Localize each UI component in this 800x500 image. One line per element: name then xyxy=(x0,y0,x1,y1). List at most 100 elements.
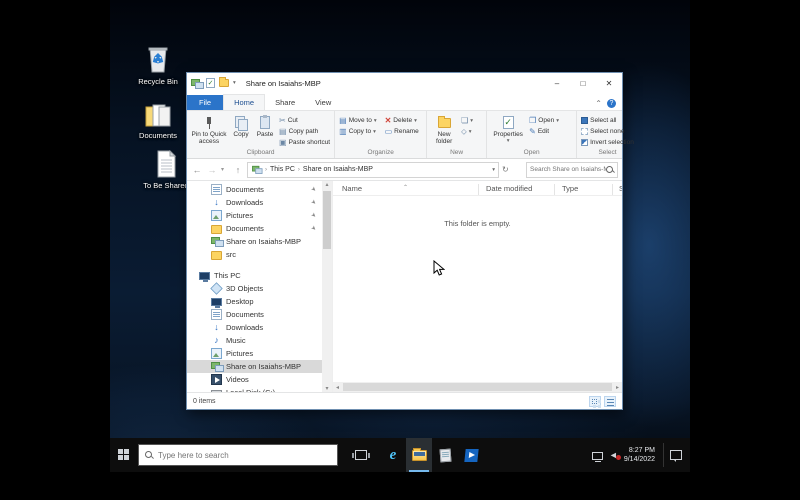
sidebar-item-downloads[interactable]: ↓ Downloads xyxy=(187,321,322,334)
taskbar-search-input[interactable] xyxy=(158,451,331,460)
search-icon xyxy=(606,166,614,174)
minimize-button[interactable]: – xyxy=(544,73,570,93)
refresh-icon[interactable]: ↻ xyxy=(502,165,509,174)
paste-shortcut-button[interactable]: ▣ Paste shortcut xyxy=(277,137,332,148)
sidebar-item-pictures-quick[interactable]: Pictures➤ xyxy=(187,209,322,222)
mouse-cursor xyxy=(433,260,445,282)
taskbar-search-box[interactable] xyxy=(138,444,338,466)
desktop-icon-recycle-bin[interactable]: Recycle Bin xyxy=(126,42,190,86)
sidebar-item-this-pc[interactable]: This PC xyxy=(187,269,322,282)
desktop-icon xyxy=(211,298,222,306)
sidebar-item-documents-folder-quick[interactable]: Documents➤ xyxy=(187,222,322,235)
column-header-type[interactable]: Type xyxy=(562,184,578,193)
maximize-button[interactable]: □ xyxy=(570,73,596,93)
back-button[interactable]: ← xyxy=(191,165,203,175)
desktop: Recycle Bin Documents To Be Shared ✓ ▾ S… xyxy=(110,0,690,472)
sidebar-item-documents-quick[interactable]: Documents➤ xyxy=(187,183,322,196)
invert-selection-button[interactable]: Invert selection xyxy=(579,137,636,148)
explorer-search-input[interactable] xyxy=(530,166,606,173)
sidebar-item-pictures[interactable]: Pictures xyxy=(187,347,322,360)
properties-qat-icon[interactable]: ✓ xyxy=(206,78,215,88)
tab-home[interactable]: Home xyxy=(223,94,265,110)
tab-view[interactable]: View xyxy=(305,95,341,110)
action-center-icon[interactable] xyxy=(670,450,682,460)
column-header-size[interactable]: Size xyxy=(619,184,622,193)
sidebar-item-3d-objects[interactable]: 3D Objects xyxy=(187,282,322,295)
internet-explorer-icon: e xyxy=(390,447,397,464)
tab-share[interactable]: Share xyxy=(265,95,305,110)
help-icon[interactable]: ? xyxy=(607,99,616,108)
edit-button[interactable]: ✎ Edit xyxy=(527,126,561,137)
easy-access-button[interactable]: ⬦▾ xyxy=(459,126,475,137)
properties-button[interactable]: ✓ Properties ▾ xyxy=(489,113,527,147)
file-list-pane[interactable]: ⌃ Name Date modified Type Size This fold… xyxy=(332,181,622,392)
sidebar-item-documents[interactable]: Documents xyxy=(187,308,322,321)
cut-button[interactable]: ✂ Cut xyxy=(277,115,332,126)
column-header-name[interactable]: Name xyxy=(342,184,362,193)
select-none-button[interactable]: Select none xyxy=(579,126,636,137)
network-tray-icon[interactable] xyxy=(592,452,603,460)
scroll-left-icon[interactable]: ◂ xyxy=(333,384,342,391)
scrollbar-thumb[interactable] xyxy=(343,383,612,391)
select-all-button[interactable]: Select all xyxy=(579,115,636,126)
desktop-icon-documents[interactable]: Documents xyxy=(126,96,190,140)
move-to-button[interactable]: ▤ Move to▾ xyxy=(337,115,378,126)
network-share-icon xyxy=(252,165,261,174)
sidebar-item-src[interactable]: src xyxy=(187,248,322,261)
details-view-button[interactable] xyxy=(604,396,616,407)
pin-to-quick-access-button[interactable]: Pin to Quick access xyxy=(189,113,229,148)
recent-locations-icon[interactable]: ▾ xyxy=(221,166,229,173)
pin-icon xyxy=(204,117,214,129)
scroll-down-icon[interactable]: ▾ xyxy=(322,385,332,392)
rename-button[interactable]: ▭ Rename xyxy=(383,126,421,137)
new-item-button[interactable]: ❏▾ xyxy=(459,115,475,126)
taskbar-file-explorer-button[interactable] xyxy=(406,438,432,472)
column-header-date-modified[interactable]: Date modified xyxy=(486,184,532,193)
tab-file[interactable]: File xyxy=(187,95,223,110)
downloads-icon: ↓ xyxy=(211,322,222,333)
sidebar-item-desktop[interactable]: Desktop xyxy=(187,295,322,308)
new-folder-button[interactable]: New folder xyxy=(429,113,459,148)
qat-dropdown-icon[interactable]: ▾ xyxy=(233,80,236,86)
title-bar[interactable]: ✓ ▾ Share on Isaiahs-MBP – □ ✕ xyxy=(187,73,622,93)
horizontal-scrollbar[interactable]: ◂ ▸ xyxy=(333,382,622,392)
start-button[interactable] xyxy=(110,438,138,472)
folder-icon xyxy=(211,251,222,260)
select-all-icon xyxy=(581,117,588,124)
copy-to-button[interactable]: ▥ Copy to▾ xyxy=(337,126,378,137)
paste-button[interactable]: Paste xyxy=(253,113,277,140)
breadcrumb-this-pc[interactable]: This PC xyxy=(270,166,295,173)
scroll-up-icon[interactable]: ▴ xyxy=(322,181,332,188)
scrollbar-thumb[interactable] xyxy=(323,191,331,249)
scroll-right-icon[interactable]: ▸ xyxy=(613,384,622,391)
delete-button[interactable]: ✕ Delete▾ xyxy=(383,115,421,126)
sidebar-scrollbar[interactable]: ▴ ▾ xyxy=(322,181,332,392)
minimize-ribbon-icon[interactable]: ⌃ xyxy=(595,99,602,108)
copy-path-button[interactable]: ▤ Copy path xyxy=(277,126,332,137)
document-icon xyxy=(211,309,222,320)
sidebar-item-downloads-quick[interactable]: ↓ Downloads➤ xyxy=(187,196,322,209)
open-button[interactable]: ❒ Open▾ xyxy=(527,115,561,126)
large-icons-view-button[interactable] xyxy=(589,396,601,407)
taskbar-media-button[interactable] xyxy=(458,438,484,472)
task-view-button[interactable] xyxy=(348,438,374,472)
taskbar-ie-button[interactable]: e xyxy=(380,438,406,472)
sidebar-item-share-selected[interactable]: Share on Isaiahs-MBP xyxy=(187,360,322,373)
taskbar-clock[interactable]: 8:27 PM 9/14/2022 xyxy=(624,446,655,465)
breadcrumb-current[interactable]: Share on Isaiahs-MBP xyxy=(303,166,373,173)
up-button[interactable]: ↑ xyxy=(232,165,244,175)
address-bar[interactable]: › This PC › Share on Isaiahs-MBP ▾ xyxy=(247,162,499,178)
properties-icon: ✓ xyxy=(503,116,514,129)
explorer-search-box[interactable] xyxy=(526,162,618,178)
sidebar-item-videos[interactable]: Videos xyxy=(187,373,322,386)
sidebar-item-music[interactable]: ♪ Music xyxy=(187,334,322,347)
volume-muted-icon[interactable]: ◄ xyxy=(609,450,618,460)
taskbar-notepad-button[interactable] xyxy=(432,438,458,472)
address-dropdown-icon[interactable]: ▾ xyxy=(492,167,495,173)
new-folder-qat-icon[interactable] xyxy=(219,79,229,87)
forward-button[interactable]: → xyxy=(206,165,218,175)
new-folder-icon xyxy=(438,118,451,128)
sidebar-item-share-quick[interactable]: Share on Isaiahs-MBP xyxy=(187,235,322,248)
copy-button[interactable]: Copy xyxy=(229,113,253,140)
close-button[interactable]: ✕ xyxy=(596,73,622,93)
